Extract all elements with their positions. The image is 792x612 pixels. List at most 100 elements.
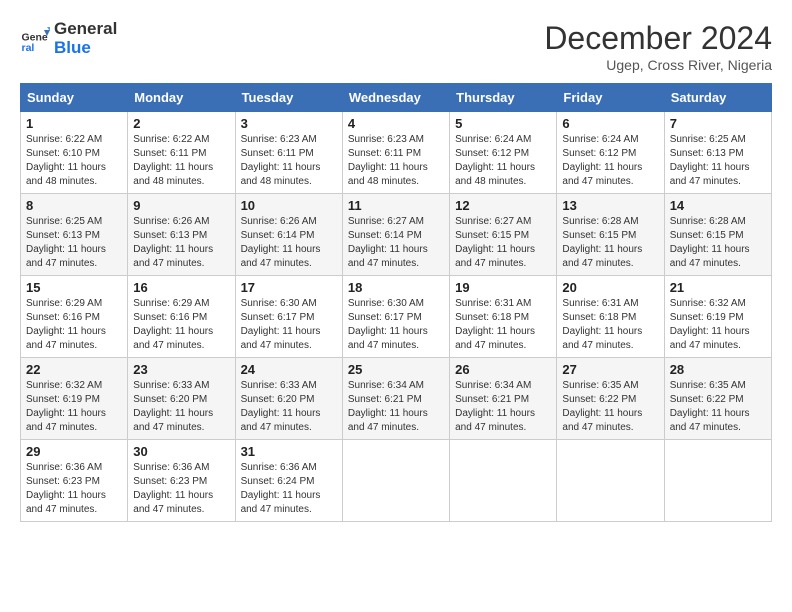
- calendar-cell: 9 Sunrise: 6:26 AM Sunset: 6:13 PM Daylig…: [128, 194, 235, 276]
- day-number: 22: [26, 362, 122, 377]
- day-info: Sunrise: 6:30 AM Sunset: 6:17 PM Dayligh…: [241, 297, 337, 353]
- calendar-cell: 19 Sunrise: 6:31 AM Sunset: 6:18 PM Dayli…: [450, 276, 557, 358]
- day-info: Sunrise: 6:26 AM Sunset: 6:14 PM Dayligh…: [241, 215, 337, 271]
- calendar-cell: 23 Sunrise: 6:33 AM Sunset: 6:20 PM Dayli…: [128, 358, 235, 440]
- calendar-cell: 5 Sunrise: 6:24 AM Sunset: 6:12 PM Daylig…: [450, 112, 557, 194]
- day-info: Sunrise: 6:23 AM Sunset: 6:11 PM Dayligh…: [348, 133, 444, 189]
- calendar-table: SundayMondayTuesdayWednesdayThursdayFrid…: [20, 83, 772, 522]
- calendar-cell: 8Sunrise: 6:25 AM Sunset: 6:13 PM Daylig…: [21, 194, 128, 276]
- calendar-cell: [557, 440, 664, 522]
- logo: Gene ral General Blue: [20, 20, 117, 57]
- calendar-cell: 31 Sunrise: 6:36 AM Sunset: 6:24 PM Dayli…: [235, 440, 342, 522]
- calendar-week-5: 29 Sunrise: 6:36 AM Sunset: 6:23 PM Dayli…: [21, 440, 772, 522]
- day-number: 1: [26, 116, 122, 131]
- calendar-cell: 28Sunrise: 6:35 AM Sunset: 6:22 PM Dayli…: [664, 358, 771, 440]
- day-number: 9: [133, 198, 229, 213]
- day-number: 26: [455, 362, 551, 377]
- calendar-cell: 6 Sunrise: 6:24 AM Sunset: 6:12 PM Daylig…: [557, 112, 664, 194]
- calendar-cell: 15 Sunrise: 6:29 AM Sunset: 6:16 PM Dayli…: [21, 276, 128, 358]
- day-info: Sunrise: 6:31 AM Sunset: 6:18 PM Dayligh…: [455, 297, 551, 353]
- day-number: 19: [455, 280, 551, 295]
- day-number: 16: [133, 280, 229, 295]
- calendar-cell: 17 Sunrise: 6:30 AM Sunset: 6:17 PM Dayli…: [235, 276, 342, 358]
- calendar-week-2: 8Sunrise: 6:25 AM Sunset: 6:13 PM Daylig…: [21, 194, 772, 276]
- day-info: Sunrise: 6:34 AM Sunset: 6:21 PM Dayligh…: [348, 379, 444, 435]
- calendar-week-3: 15 Sunrise: 6:29 AM Sunset: 6:16 PM Dayli…: [21, 276, 772, 358]
- calendar-cell: 22 Sunrise: 6:32 AM Sunset: 6:19 PM Dayli…: [21, 358, 128, 440]
- day-info: Sunrise: 6:33 AM Sunset: 6:20 PM Dayligh…: [241, 379, 337, 435]
- day-number: 15: [26, 280, 122, 295]
- day-info: Sunrise: 6:29 AM Sunset: 6:16 PM Dayligh…: [26, 297, 122, 353]
- calendar-cell: 27Sunrise: 6:35 AM Sunset: 6:22 PM Dayli…: [557, 358, 664, 440]
- day-info: Sunrise: 6:29 AM Sunset: 6:16 PM Dayligh…: [133, 297, 229, 353]
- day-info: Sunrise: 6:27 AM Sunset: 6:15 PM Dayligh…: [455, 215, 551, 271]
- day-number: 6: [562, 116, 658, 131]
- calendar-cell: 11Sunrise: 6:27 AM Sunset: 6:14 PM Dayli…: [342, 194, 449, 276]
- day-number: 5: [455, 116, 551, 131]
- calendar-week-4: 22 Sunrise: 6:32 AM Sunset: 6:19 PM Dayli…: [21, 358, 772, 440]
- day-info: Sunrise: 6:26 AM Sunset: 6:13 PM Dayligh…: [133, 215, 229, 271]
- header-wednesday: Wednesday: [342, 84, 449, 112]
- calendar-cell: 12 Sunrise: 6:27 AM Sunset: 6:15 PM Dayli…: [450, 194, 557, 276]
- calendar-cell: 25Sunrise: 6:34 AM Sunset: 6:21 PM Dayli…: [342, 358, 449, 440]
- day-info: Sunrise: 6:32 AM Sunset: 6:19 PM Dayligh…: [26, 379, 122, 435]
- logo-text-line2: Blue: [54, 39, 117, 58]
- calendar-cell: 29 Sunrise: 6:36 AM Sunset: 6:23 PM Dayli…: [21, 440, 128, 522]
- day-info: Sunrise: 6:31 AM Sunset: 6:18 PM Dayligh…: [562, 297, 658, 353]
- day-info: Sunrise: 6:28 AM Sunset: 6:15 PM Dayligh…: [670, 215, 766, 271]
- calendar-cell: [450, 440, 557, 522]
- calendar-cell: [664, 440, 771, 522]
- day-number: 17: [241, 280, 337, 295]
- day-number: 8: [26, 198, 122, 213]
- day-number: 23: [133, 362, 229, 377]
- day-number: 30: [133, 444, 229, 459]
- day-info: Sunrise: 6:30 AM Sunset: 6:17 PM Dayligh…: [348, 297, 444, 353]
- day-number: 18: [348, 280, 444, 295]
- day-info: Sunrise: 6:28 AM Sunset: 6:15 PM Dayligh…: [562, 215, 658, 271]
- logo-text-line1: General: [54, 20, 117, 39]
- day-number: 4: [348, 116, 444, 131]
- calendar-cell: 10 Sunrise: 6:26 AM Sunset: 6:14 PM Dayli…: [235, 194, 342, 276]
- day-number: 31: [241, 444, 337, 459]
- day-info: Sunrise: 6:36 AM Sunset: 6:23 PM Dayligh…: [26, 461, 122, 517]
- day-info: Sunrise: 6:22 AM Sunset: 6:10 PM Dayligh…: [26, 133, 122, 189]
- day-number: 29: [26, 444, 122, 459]
- day-number: 10: [241, 198, 337, 213]
- calendar-cell: [342, 440, 449, 522]
- day-number: 12: [455, 198, 551, 213]
- calendar-cell: 4 Sunrise: 6:23 AM Sunset: 6:11 PM Daylig…: [342, 112, 449, 194]
- day-info: Sunrise: 6:24 AM Sunset: 6:12 PM Dayligh…: [455, 133, 551, 189]
- calendar-week-1: 1 Sunrise: 6:22 AM Sunset: 6:10 PM Daylig…: [21, 112, 772, 194]
- page-header: Gene ral General Blue December 2024 Ugep…: [20, 20, 772, 73]
- day-number: 14: [670, 198, 766, 213]
- calendar-cell: 13 Sunrise: 6:28 AM Sunset: 6:15 PM Dayli…: [557, 194, 664, 276]
- calendar-cell: 14 Sunrise: 6:28 AM Sunset: 6:15 PM Dayli…: [664, 194, 771, 276]
- calendar-cell: 24 Sunrise: 6:33 AM Sunset: 6:20 PM Dayli…: [235, 358, 342, 440]
- calendar-cell: 20Sunrise: 6:31 AM Sunset: 6:18 PM Dayli…: [557, 276, 664, 358]
- day-info: Sunrise: 6:32 AM Sunset: 6:19 PM Dayligh…: [670, 297, 766, 353]
- month-title: December 2024: [544, 20, 772, 57]
- day-info: Sunrise: 6:33 AM Sunset: 6:20 PM Dayligh…: [133, 379, 229, 435]
- day-info: Sunrise: 6:36 AM Sunset: 6:23 PM Dayligh…: [133, 461, 229, 517]
- calendar-cell: 1 Sunrise: 6:22 AM Sunset: 6:10 PM Daylig…: [21, 112, 128, 194]
- calendar-cell: 18 Sunrise: 6:30 AM Sunset: 6:17 PM Dayli…: [342, 276, 449, 358]
- day-info: Sunrise: 6:27 AM Sunset: 6:14 PM Dayligh…: [348, 215, 444, 271]
- header-sunday: Sunday: [21, 84, 128, 112]
- day-number: 2: [133, 116, 229, 131]
- calendar-cell: 2 Sunrise: 6:22 AM Sunset: 6:11 PM Daylig…: [128, 112, 235, 194]
- location-subtitle: Ugep, Cross River, Nigeria: [544, 57, 772, 73]
- day-number: 24: [241, 362, 337, 377]
- day-info: Sunrise: 6:22 AM Sunset: 6:11 PM Dayligh…: [133, 133, 229, 189]
- svg-text:ral: ral: [22, 42, 35, 54]
- day-info: Sunrise: 6:24 AM Sunset: 6:12 PM Dayligh…: [562, 133, 658, 189]
- day-number: 3: [241, 116, 337, 131]
- day-info: Sunrise: 6:35 AM Sunset: 6:22 PM Dayligh…: [562, 379, 658, 435]
- logo-icon: Gene ral: [20, 24, 50, 54]
- header-friday: Friday: [557, 84, 664, 112]
- day-info: Sunrise: 6:36 AM Sunset: 6:24 PM Dayligh…: [241, 461, 337, 517]
- day-number: 13: [562, 198, 658, 213]
- calendar-cell: 7Sunrise: 6:25 AM Sunset: 6:13 PM Daylig…: [664, 112, 771, 194]
- day-info: Sunrise: 6:23 AM Sunset: 6:11 PM Dayligh…: [241, 133, 337, 189]
- header-monday: Monday: [128, 84, 235, 112]
- calendar-cell: 3 Sunrise: 6:23 AM Sunset: 6:11 PM Daylig…: [235, 112, 342, 194]
